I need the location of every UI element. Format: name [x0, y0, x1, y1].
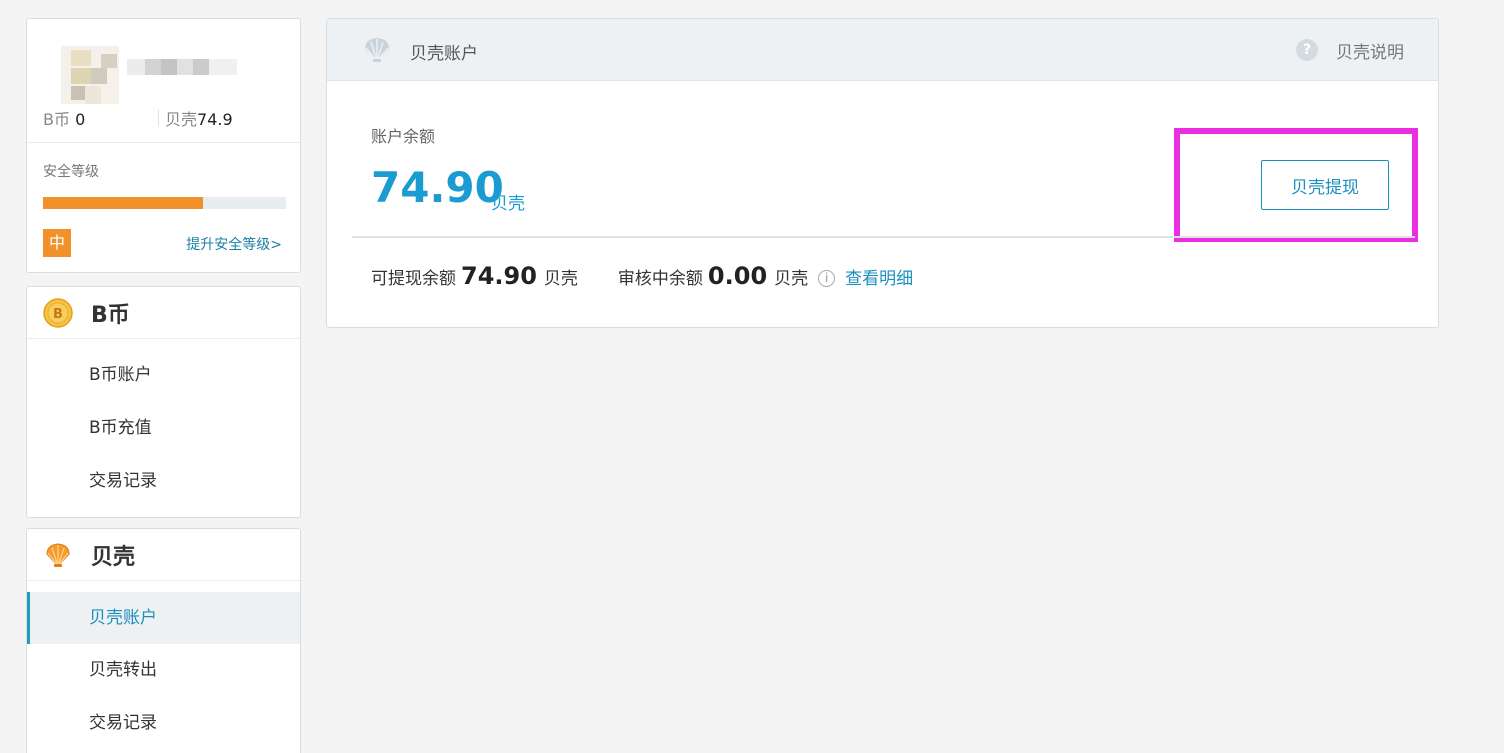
shell-nav-card: 贝壳 贝壳账户 贝壳转出 交易记录 — [26, 528, 301, 753]
withdrawable-unit: 贝壳 — [543, 269, 578, 289]
withdrawable-label: 可提现余额 — [371, 269, 456, 289]
nav-item-shell-transfer[interactable]: 贝壳转出 — [27, 644, 300, 696]
security-progress-fill — [43, 197, 204, 209]
username-blurred — [127, 59, 237, 77]
shell-account-panel: 贝壳账户 ? 贝壳说明 账户余额 74.90 贝壳 贝壳提现 可提现余额 74.… — [326, 18, 1439, 328]
shell-balance-label: 贝壳 — [165, 110, 198, 129]
highlight-annotation-box — [1174, 128, 1418, 242]
balance-separator — [158, 109, 159, 127]
balance-amount: 74.90 — [371, 163, 504, 212]
security-level-badge: 中 — [43, 229, 71, 257]
panel-header: 贝壳账户 ? 贝壳说明 — [327, 19, 1438, 81]
shell-balance: 贝壳74.9 — [165, 106, 233, 130]
nav-item-shell-transactions[interactable]: 交易记录 — [27, 697, 300, 749]
nav-item-shell-account[interactable]: 贝壳账户 — [27, 592, 300, 644]
bcoin-icon: B — [43, 298, 73, 328]
pending-label: 审核中余额 — [617, 269, 703, 289]
shell-icon — [46, 543, 70, 567]
shell-help-label: 贝壳说明 — [1336, 42, 1404, 63]
balance-unit: 贝壳 — [491, 194, 525, 214]
divider — [27, 142, 300, 143]
nav-item-bcoin-transactions[interactable]: 交易记录 — [27, 455, 300, 507]
nav-item-bcoin-account[interactable]: B币账户 — [27, 349, 300, 401]
security-level-label: 安全等级 — [43, 164, 99, 180]
bcoin-balance: B币 0 — [43, 106, 85, 130]
bcoin-nav-header: B B币 — [27, 287, 300, 339]
balance-breakdown: 可提现余额 74.90 贝壳 审核中余额 0.00 贝壳 i 查看明细 — [371, 262, 913, 294]
info-icon[interactable]: i — [818, 269, 836, 287]
security-progress-bar — [43, 197, 286, 209]
question-icon: ? — [1296, 39, 1318, 61]
shell-help-link[interactable]: ? 贝壳说明 — [1296, 38, 1404, 63]
improve-security-link[interactable]: 提升安全等级> — [186, 234, 282, 254]
balance-divider — [352, 236, 1415, 238]
avatar[interactable] — [61, 46, 119, 104]
view-details-link[interactable]: 查看明细 — [845, 264, 913, 289]
balance-summary: B币 0 贝壳74.9 — [43, 106, 284, 130]
withdrawable-amount: 74.90 — [461, 262, 537, 290]
bcoin-nav-title: B币 — [91, 303, 130, 328]
shell-nav-title: 贝壳 — [91, 545, 136, 570]
bcoin-nav-card: B B币 B币账户 B币充值 交易记录 — [26, 286, 301, 518]
shell-header-icon — [365, 38, 389, 62]
pending-unit: 贝壳 — [774, 269, 809, 289]
bcoin-balance-label: B币 — [43, 110, 70, 129]
panel-title: 贝壳账户 — [410, 44, 478, 64]
shell-nav-header: 贝壳 — [27, 529, 300, 581]
nav-item-bcoin-recharge[interactable]: B币充值 — [27, 402, 300, 454]
shell-balance-value: 74.9 — [197, 110, 233, 129]
pending-amount: 0.00 — [707, 262, 768, 290]
bcoin-balance-value: 0 — [75, 110, 86, 129]
user-card: B币 0 贝壳74.9 安全等级 中 提升安全等级> — [26, 18, 301, 273]
balance-label: 账户余额 — [371, 127, 436, 146]
svg-text:B: B — [53, 307, 63, 322]
